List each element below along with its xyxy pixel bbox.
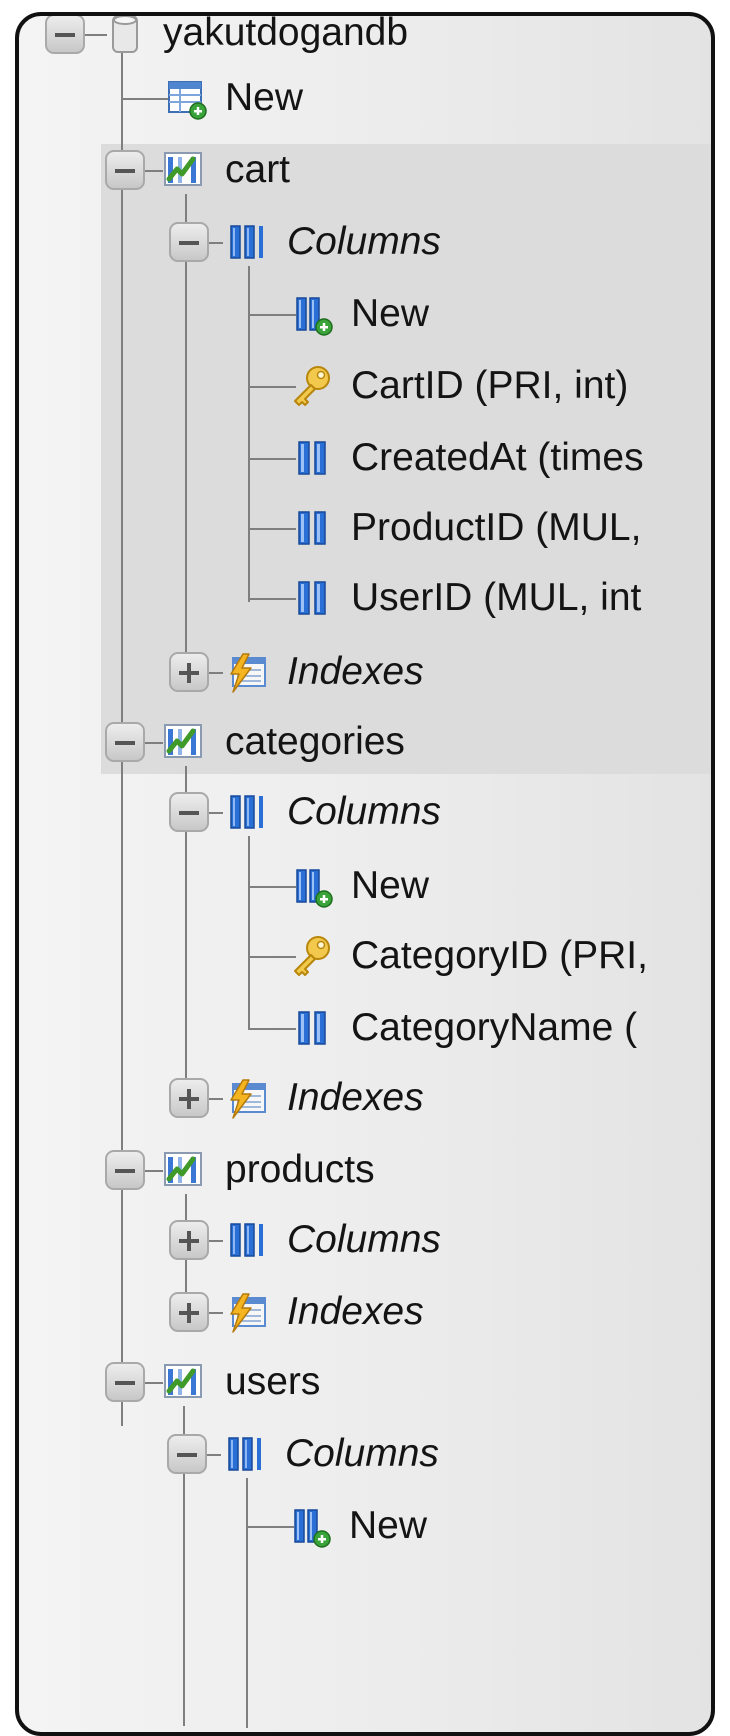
- primary-key-icon: [289, 934, 333, 978]
- table-icon: [161, 719, 205, 763]
- tree-line: [248, 598, 296, 600]
- new-table-link[interactable]: New: [225, 75, 303, 121]
- column-icon: [291, 436, 335, 480]
- tree-line: [248, 1028, 296, 1030]
- expand-products-columns-toggle[interactable]: [169, 1220, 209, 1260]
- categories-columns-link[interactable]: Columns: [287, 789, 441, 835]
- columns-icon: [223, 1432, 267, 1476]
- categories-new-column-link[interactable]: New: [351, 863, 429, 909]
- tree-line: [246, 1526, 294, 1528]
- navigation-tree-panel: yakutdogandb New cart Columns New CartID…: [15, 12, 715, 1736]
- tree-line: [248, 528, 296, 530]
- table-users-link[interactable]: users: [225, 1359, 320, 1405]
- tree-line: [248, 314, 296, 316]
- users-new-column-link[interactable]: New: [349, 1503, 427, 1549]
- column-icon: [291, 506, 335, 550]
- indexes-icon: [225, 1290, 269, 1334]
- collapse-table-cart-toggle[interactable]: [105, 150, 145, 190]
- tree-line: [248, 886, 296, 888]
- tree-line: [248, 266, 250, 602]
- products-indexes-link[interactable]: Indexes: [287, 1289, 424, 1335]
- collapse-users-columns-toggle[interactable]: [167, 1434, 207, 1474]
- collapse-table-categories-toggle[interactable]: [105, 722, 145, 762]
- primary-key-icon: [289, 364, 333, 408]
- column-categoryid[interactable]: CategoryID (PRI,: [351, 933, 648, 979]
- column-icon: [291, 576, 335, 620]
- products-columns-link[interactable]: Columns: [287, 1217, 441, 1263]
- column-createdat[interactable]: CreatedAt (times: [351, 435, 644, 481]
- users-columns-link[interactable]: Columns: [285, 1431, 439, 1477]
- table-icon: [161, 1147, 205, 1191]
- tree-line: [121, 98, 169, 100]
- indexes-icon: [225, 1076, 269, 1120]
- collapse-cart-columns-toggle[interactable]: [169, 222, 209, 262]
- expand-products-indexes-toggle[interactable]: [169, 1292, 209, 1332]
- cart-indexes-link[interactable]: Indexes: [287, 649, 424, 695]
- table-products-link[interactable]: products: [225, 1147, 375, 1193]
- column-icon: [291, 1006, 335, 1050]
- table-categories-link[interactable]: categories: [225, 719, 405, 765]
- collapse-categories-columns-toggle[interactable]: [169, 792, 209, 832]
- column-productid[interactable]: ProductID (MUL,: [351, 505, 641, 551]
- new-column-icon: [289, 1504, 333, 1548]
- tree-line: [248, 458, 296, 460]
- expand-categories-indexes-toggle[interactable]: [169, 1078, 209, 1118]
- column-categoryname[interactable]: CategoryName (: [351, 1005, 637, 1051]
- new-column-icon: [291, 292, 335, 336]
- database-name[interactable]: yakutdogandb: [163, 16, 408, 56]
- new-table-icon: [165, 76, 209, 120]
- new-column-icon: [291, 864, 335, 908]
- collapse-table-users-toggle[interactable]: [105, 1362, 145, 1402]
- table-icon: [161, 147, 205, 191]
- database-icon: [103, 12, 147, 56]
- tree-line: [185, 194, 187, 678]
- collapse-table-products-toggle[interactable]: [105, 1150, 145, 1190]
- columns-icon: [225, 220, 269, 264]
- table-icon: [161, 1359, 205, 1403]
- column-cartid[interactable]: CartID (PRI, int): [351, 363, 628, 409]
- columns-icon: [225, 1218, 269, 1262]
- expand-cart-indexes-toggle[interactable]: [169, 652, 209, 692]
- cart-new-column-link[interactable]: New: [351, 291, 429, 337]
- tree-line: [246, 1478, 248, 1728]
- tree-line: [248, 836, 250, 1030]
- columns-icon: [225, 790, 269, 834]
- indexes-icon: [225, 650, 269, 694]
- cart-columns-link[interactable]: Columns: [287, 219, 441, 265]
- table-cart-link[interactable]: cart: [225, 147, 290, 193]
- column-userid[interactable]: UserID (MUL, int: [351, 575, 641, 621]
- categories-indexes-link[interactable]: Indexes: [287, 1075, 424, 1121]
- collapse-database-toggle[interactable]: [45, 16, 85, 54]
- navigation-tree: yakutdogandb New cart Columns New CartID…: [19, 16, 711, 1728]
